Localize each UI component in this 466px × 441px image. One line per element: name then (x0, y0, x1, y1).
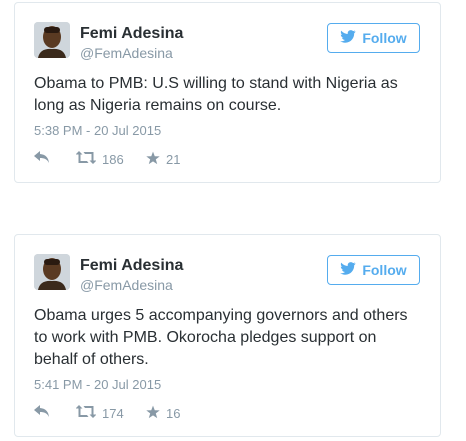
author-name[interactable]: Femi Adesina (80, 257, 183, 275)
like-count: 21 (166, 151, 181, 167)
tweet-timestamp[interactable]: 5:38 PM - 20 Jul 2015 (34, 123, 161, 138)
follow-button[interactable]: Follow (327, 255, 420, 285)
reply-button[interactable] (34, 405, 76, 421)
retweet-button[interactable]: 174 (75, 405, 146, 421)
twitter-bird-icon (340, 262, 357, 278)
tweet-card: Femi Adesina @FemAdesina Follow Obama to… (14, 2, 441, 183)
tweet-card: Femi Adesina @FemAdesina Follow Obama ur… (14, 234, 441, 437)
avatar[interactable] (34, 22, 70, 58)
author-name[interactable]: Femi Adesina (80, 25, 183, 43)
retweet-icon (75, 405, 97, 421)
tweet-text: Obama to PMB: U.S willing to stand with … (34, 75, 398, 114)
avatar[interactable] (34, 254, 70, 290)
retweet-count: 174 (102, 405, 124, 421)
reply-icon (34, 151, 50, 167)
retweet-button[interactable]: 186 (75, 151, 146, 167)
follow-button[interactable]: Follow (327, 23, 420, 53)
like-button[interactable]: 21 (146, 151, 180, 168)
author-handle[interactable]: @FemAdesina (80, 45, 173, 61)
retweet-icon (75, 151, 97, 167)
star-icon (146, 405, 160, 422)
follow-label: Follow (362, 262, 407, 278)
retweet-count: 186 (102, 151, 124, 167)
tweet-timestamp[interactable]: 5:41 PM - 20 Jul 2015 (34, 377, 161, 392)
twitter-bird-icon (340, 30, 357, 46)
reply-button[interactable] (34, 151, 76, 167)
tweet-actions: 174 16 (34, 403, 180, 423)
author-handle[interactable]: @FemAdesina (80, 277, 173, 293)
like-button[interactable]: 16 (146, 405, 180, 422)
tweet-actions: 186 21 (34, 149, 180, 169)
tweet-text: Obama urges 5 accompanying governors and… (34, 307, 408, 368)
follow-label: Follow (362, 30, 407, 46)
star-icon (146, 151, 160, 168)
reply-icon (34, 405, 50, 421)
like-count: 16 (166, 405, 181, 421)
